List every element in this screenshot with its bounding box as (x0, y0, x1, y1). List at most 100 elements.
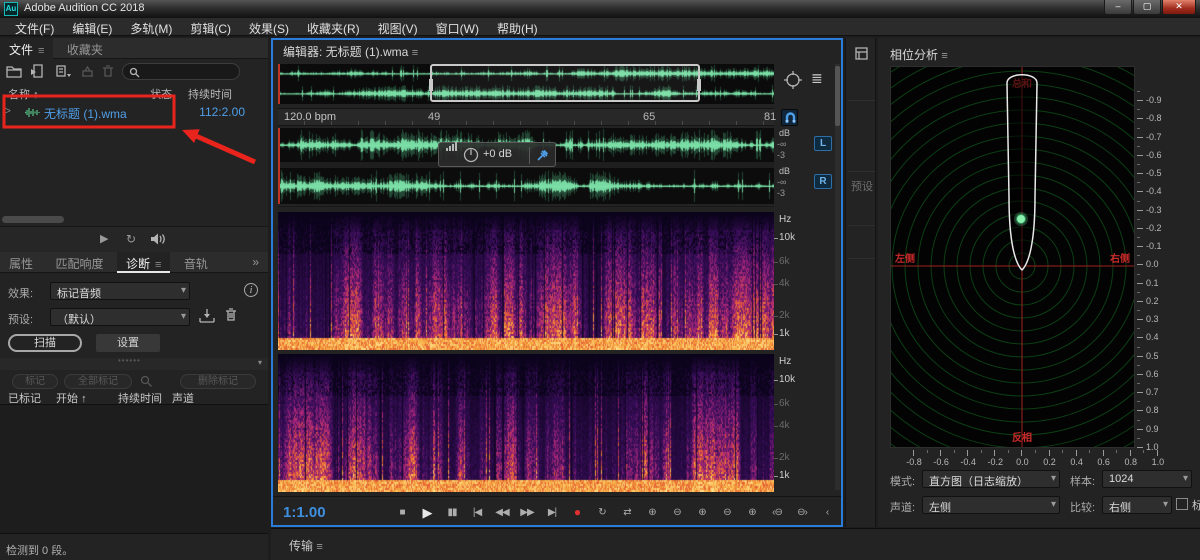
file-row[interactable]: > 无标题 (1).wma 112:2.00 (0, 102, 268, 123)
transport-pause-button[interactable]: ▮▮ (441, 504, 463, 521)
spectrogram-left-channel[interactable] (278, 212, 774, 350)
delete-preset-icon[interactable] (224, 307, 238, 323)
settings-button[interactable]: 设置 (96, 334, 160, 352)
transport-play-button[interactable]: ▶ (416, 504, 438, 521)
preview-speaker-button[interactable] (150, 232, 168, 246)
preset-select[interactable]: （默认）▾ (50, 308, 190, 326)
file-search-input[interactable] (145, 65, 235, 78)
mark-all-button[interactable]: 全部标记 (64, 374, 132, 389)
phase-display[interactable]: 总和左侧右侧反相 (890, 66, 1135, 448)
menu-item-6[interactable]: 视图(V) (369, 18, 427, 37)
tab-favorites[interactable]: 收藏夹 (58, 38, 112, 59)
menu-item-5[interactable]: 收藏夹(R) (298, 18, 369, 37)
batch-process-icon[interactable] (79, 64, 96, 78)
selection-handle-right[interactable] (697, 79, 701, 91)
panel-menu-icon[interactable]: ≡ (412, 47, 418, 59)
panel-menu-icon[interactable]: ≡ (941, 50, 947, 62)
waveform-right-channel[interactable] (278, 169, 774, 203)
menu-item-7[interactable]: 窗口(W) (427, 18, 488, 37)
panel-menu-icon[interactable]: ≡ (38, 45, 44, 57)
gain-value[interactable]: +0 dB (483, 148, 512, 160)
delete-markers-button[interactable]: 删除标记 (180, 374, 256, 389)
preview-play-button[interactable]: ▶ (100, 232, 108, 245)
samples-select[interactable]: 1024▾ (1102, 470, 1192, 488)
transport-zoom-out-left-button[interactable]: ‹⊖ (766, 504, 788, 521)
pan-zoom-navigator-icon[interactable] (783, 70, 803, 90)
collapse-chevron-icon[interactable]: ▾ (258, 358, 262, 367)
panel-menu-icon[interactable]: ≡ (155, 259, 161, 271)
search-markers-icon[interactable] (140, 375, 153, 388)
transport-skip-selection-button[interactable]: ⇄ (616, 504, 638, 521)
transport-skip-to-start-button[interactable]: |◀ (466, 504, 488, 521)
menu-item-0[interactable]: 文件(F) (6, 18, 63, 37)
editor-vertical-scrollbar[interactable] (835, 64, 840, 490)
playhead[interactable] (278, 128, 280, 204)
mode-select[interactable]: 直方图（日志缩放）▾ (922, 470, 1060, 488)
tab-tracks[interactable]: 音轨 (175, 252, 217, 273)
menu-item-4[interactable]: 效果(S) (240, 18, 298, 37)
tab-properties[interactable]: 属性 (0, 252, 42, 273)
tab-diagnostics[interactable]: 诊断≡ (117, 252, 170, 273)
normalize-checkbox[interactable] (1176, 498, 1188, 510)
new-content-icon[interactable] (55, 64, 73, 78)
tab-files[interactable]: 文件≡ (0, 38, 53, 59)
markers-list[interactable] (0, 404, 268, 533)
timeline-ruler[interactable]: 120.0 bpm 496581 (278, 108, 774, 126)
overview-strip[interactable] (278, 64, 774, 104)
spectrogram-right-channel[interactable] (278, 354, 774, 492)
effect-select[interactable]: 标记音频▾ (50, 282, 190, 300)
menu-item-2[interactable]: 多轨(M) (121, 18, 181, 37)
compare-select[interactable]: 右侧▾ (1102, 496, 1172, 514)
preview-loop-button[interactable]: ↻ (126, 232, 136, 246)
expander-icon[interactable]: > (5, 106, 11, 117)
import-file-icon[interactable] (30, 64, 47, 78)
collapsed-panel-icon[interactable] (854, 46, 869, 61)
editor-list-menu-icon[interactable]: ≣ (811, 70, 823, 87)
transport-fast-forward-button[interactable]: ▶▶ (516, 504, 538, 521)
files-column-header[interactable]: 名称 ↑ 状态 持续时间 (0, 86, 268, 101)
menu-item-8[interactable]: 帮助(H) (488, 18, 547, 37)
transport-stop-button[interactable]: ■ (391, 504, 413, 521)
maximize-button[interactable]: ▢ (1133, 0, 1161, 15)
time-display[interactable]: 1:1.00 (283, 504, 326, 521)
collapsed-panel-label[interactable]: 预设 (851, 178, 873, 194)
transport-loop-playback-button[interactable]: ↻ (591, 504, 613, 521)
close-button[interactable]: ✕ (1162, 0, 1196, 15)
channel-button-l[interactable]: L (814, 136, 832, 151)
tab-overflow-icon[interactable]: » (243, 252, 268, 273)
info-icon[interactable]: i (244, 283, 258, 297)
channel-button-r[interactable]: R (814, 174, 832, 189)
mark-button[interactable]: 标记 (12, 374, 58, 389)
playhead[interactable] (278, 64, 280, 104)
selection-handle-left[interactable] (429, 79, 433, 91)
minimize-button[interactable]: – (1104, 0, 1132, 15)
transport-zoom-out-button[interactable]: ⊖ (666, 504, 688, 521)
tab-match-loudness[interactable]: 匹配响度 (46, 252, 112, 273)
snap-magnet-button[interactable] (781, 109, 798, 126)
transport-zoom-reset-button[interactable]: ‹ (816, 504, 838, 521)
transport-zoom-out-right-button[interactable]: ⊖› (791, 504, 813, 521)
markers-column-header[interactable]: 已标记 开始 ↑ 持续时间 声道 (0, 390, 268, 404)
trash-icon[interactable] (101, 64, 115, 78)
horizontal-scrollbar[interactable] (2, 216, 64, 223)
transport-skip-to-end-button[interactable]: ▶| (541, 504, 563, 521)
overview-selection[interactable] (430, 64, 700, 102)
transport-zoom-in-right-edge-button[interactable]: ⊖ (716, 504, 738, 521)
transport-zoom-to-selection-button[interactable]: ⊕ (741, 504, 763, 521)
file-search-box[interactable] (122, 63, 240, 80)
save-preset-icon[interactable] (198, 308, 216, 324)
menu-item-1[interactable]: 编辑(E) (63, 18, 121, 37)
pin-hud-icon[interactable] (536, 149, 549, 162)
waveform-display[interactable]: +0 dB (278, 128, 774, 204)
pane-divider[interactable] (278, 206, 774, 211)
transport-record-button[interactable]: ● (566, 504, 588, 521)
volume-hud[interactable]: +0 dB (438, 142, 556, 167)
gain-knob-icon[interactable] (463, 147, 479, 163)
panel-menu-icon[interactable]: ≡ (316, 541, 322, 553)
section-divider[interactable]: •••••• ▾ (0, 358, 268, 370)
channel-select[interactable]: 左侧▾ (922, 496, 1060, 514)
transport-zoom-in-left-edge-button[interactable]: ⊕ (691, 504, 713, 521)
open-file-icon[interactable] (6, 64, 23, 78)
menu-item-3[interactable]: 剪辑(C) (181, 18, 240, 37)
transport-rewind-button[interactable]: ◀◀ (491, 504, 513, 521)
